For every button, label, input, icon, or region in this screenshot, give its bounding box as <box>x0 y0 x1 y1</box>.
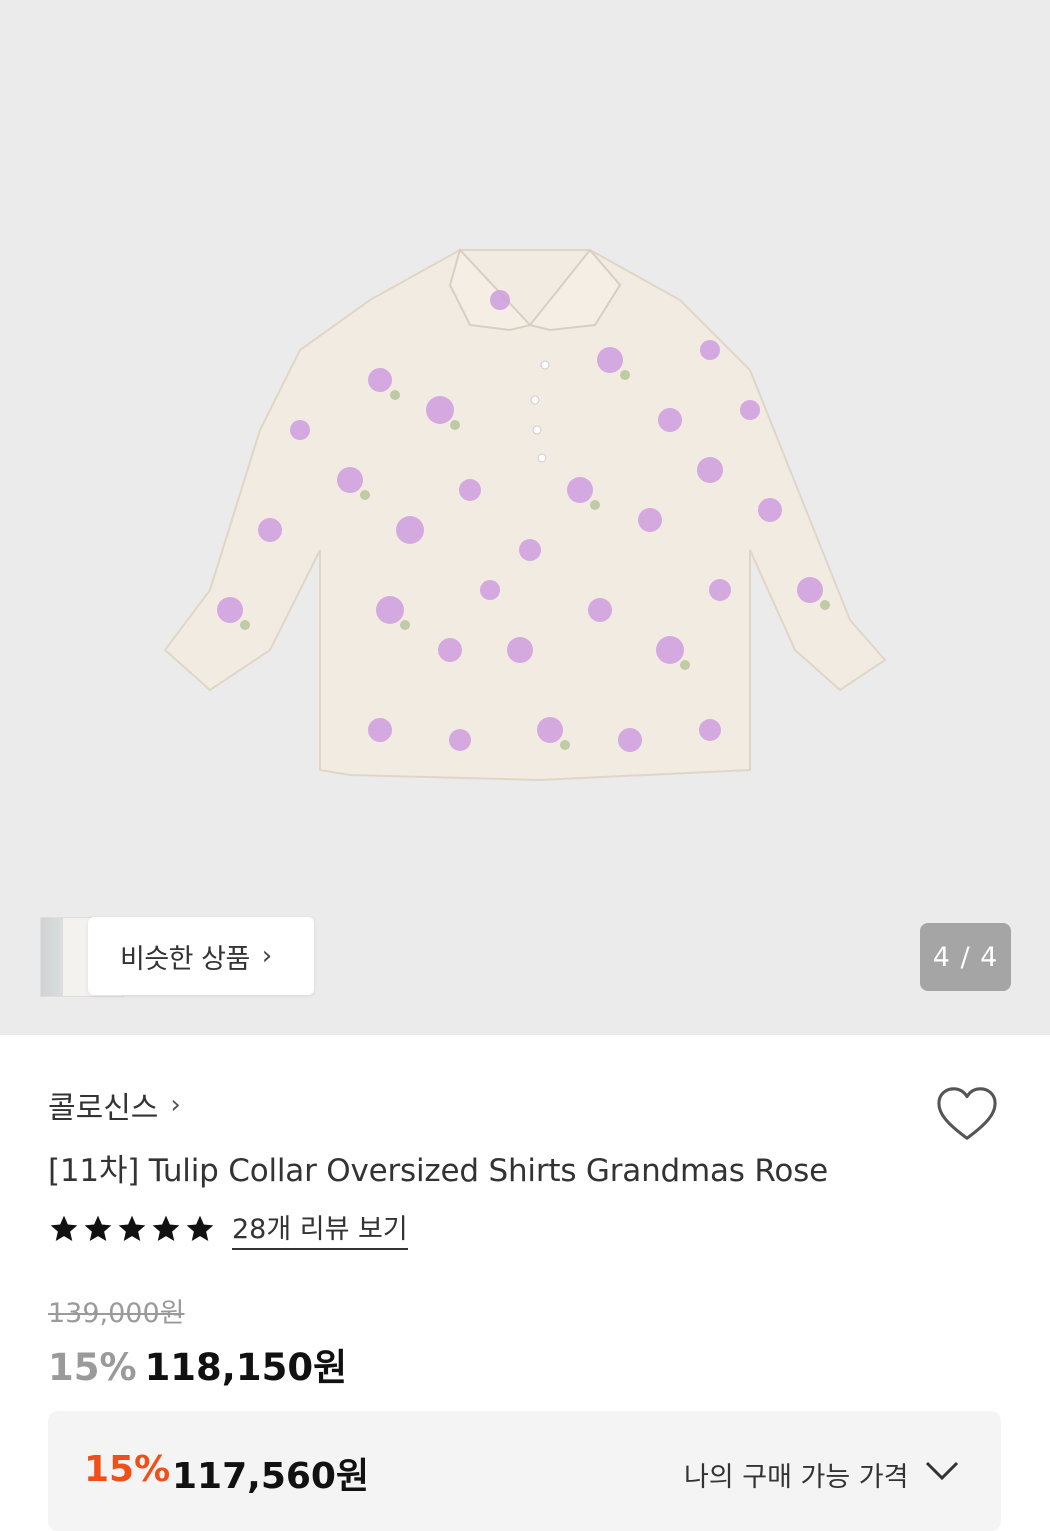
review-link[interactable]: 28개 리뷰 보기 <box>232 1207 408 1250</box>
product-gallery[interactable]: 비슷한 상품 › 4 / 4 <box>0 0 1050 1035</box>
image-counter: 4 / 4 <box>920 923 1011 991</box>
member-price: 117,560원 <box>172 1456 370 1497</box>
star-icon <box>186 1215 214 1241</box>
similar-products-button[interactable]: 비슷한 상품 › <box>88 917 314 995</box>
similar-products-label: 비슷한 상품 <box>120 943 250 975</box>
sale-price: 118,150원 <box>144 1346 348 1389</box>
member-discount-percent: 15% <box>84 1449 171 1490</box>
product-image <box>163 248 887 782</box>
rating-row: 28개 리뷰 보기 <box>48 1207 408 1250</box>
discount-percent: 15% <box>48 1346 137 1389</box>
brand-name: 콜로신스 <box>48 1091 159 1126</box>
member-price-label: 나의 구매 가능 가격 <box>684 1462 909 1493</box>
chevron-right-icon: › <box>170 1090 181 1120</box>
star-icon <box>50 1215 78 1241</box>
product-title: [11차] Tulip Collar Oversized Shirts Gran… <box>48 1153 828 1189</box>
member-price-panel[interactable]: 15% 117,560원 나의 구매 가능 가격 <box>48 1411 1001 1531</box>
sale-price-row: 15% 118,150원 <box>48 1337 347 1391</box>
chevron-down-icon[interactable] <box>924 1459 960 1483</box>
heart-outline-icon[interactable] <box>936 1085 998 1143</box>
star-icon <box>84 1215 112 1241</box>
original-price: 139,000원 <box>48 1298 185 1329</box>
star-icon <box>118 1215 146 1241</box>
brand-link[interactable]: 콜로신스 › <box>48 1083 181 1127</box>
star-icon <box>152 1215 180 1241</box>
chevron-right-icon: › <box>261 941 272 971</box>
